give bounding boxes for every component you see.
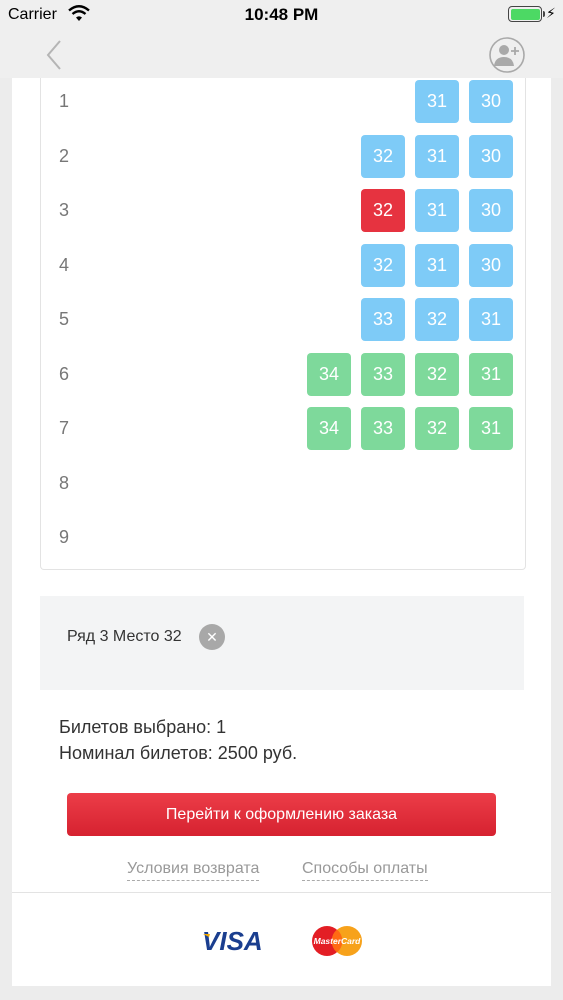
seat[interactable]: 31	[415, 134, 459, 178]
seat[interactable]: 31	[415, 80, 459, 123]
row-label: 9	[59, 527, 70, 547]
seat[interactable]: 33	[361, 407, 405, 450]
seat[interactable]: 32	[415, 407, 459, 450]
seat[interactable]: 31	[469, 352, 513, 396]
row-label: 1	[59, 91, 70, 111]
seat[interactable]: 30	[469, 134, 513, 178]
checkout-button[interactable]: Перейти к оформлению заказа	[67, 793, 496, 836]
seat[interactable]: 34	[307, 407, 351, 450]
clock: 10:48 PM	[244, 5, 319, 24]
seat-map: 1 31 30 2 32 31 30 3 32 31 30 4 32 31 30 5 33 32 31 6 34 33 32…	[40, 78, 526, 570]
seat[interactable]: 32	[361, 134, 405, 178]
tickets-selected-text: Билетов выбрано: 1	[59, 717, 227, 737]
row-label: 2	[59, 145, 70, 166]
seat[interactable]: 31	[469, 298, 513, 341]
row-label: 6	[59, 363, 70, 384]
seat[interactable]: 30	[469, 189, 513, 232]
battery-icon	[508, 6, 545, 22]
tickets-nominal-text: Номинал билетов: 2500 руб.	[59, 743, 298, 763]
seat[interactable]: 32	[415, 352, 459, 396]
back-chevron-icon[interactable]	[40, 38, 70, 72]
charging-icon: ⚡	[546, 5, 556, 21]
seat[interactable]: 32	[415, 298, 459, 341]
seat-selected[interactable]: 32	[361, 189, 405, 232]
status-bar: Carrier 10:48 PM ⚡	[0, 0, 563, 30]
seat[interactable]: 31	[469, 407, 513, 450]
refund-terms-link[interactable]: Условия возврата	[127, 860, 260, 881]
seat[interactable]: 33	[361, 298, 405, 341]
selected-seats-panel: Ряд 3 Место 32 ✕	[40, 596, 524, 690]
row-label: 7	[59, 418, 70, 438]
svg-text:VISA: VISA	[202, 926, 263, 956]
selected-seat-label: Ряд 3 Место 32	[67, 628, 182, 645]
row-label: 5	[59, 309, 70, 329]
row-label: 4	[59, 254, 70, 275]
seat[interactable]: 33	[361, 352, 405, 396]
seat[interactable]: 31	[415, 243, 459, 287]
add-user-icon[interactable]	[488, 36, 526, 74]
seat[interactable]: 32	[361, 243, 405, 287]
content-card: 1 31 30 2 32 31 30 3 32 31 30 4 32 31 30 5 33 32 31 6 34 33 32…	[12, 78, 551, 986]
row-label: 3	[59, 200, 70, 220]
visa-logo: VISA	[202, 926, 263, 956]
row-label: 8	[59, 472, 70, 493]
mastercard-logo: MasterCard	[312, 926, 362, 956]
remove-seat-button[interactable]: ✕	[199, 624, 225, 650]
nav-bar	[0, 30, 563, 78]
order-summary: Билетов выбрано: 1 Номинал билетов: 2500…	[59, 714, 297, 766]
svg-text:MasterCard: MasterCard	[314, 936, 362, 946]
divider	[12, 892, 551, 893]
seat[interactable]: 30	[469, 243, 513, 287]
payment-methods-link[interactable]: Способы оплаты	[302, 860, 428, 881]
seat[interactable]: 31	[415, 189, 459, 232]
seat[interactable]: 30	[469, 80, 513, 123]
seat[interactable]: 34	[307, 352, 351, 396]
